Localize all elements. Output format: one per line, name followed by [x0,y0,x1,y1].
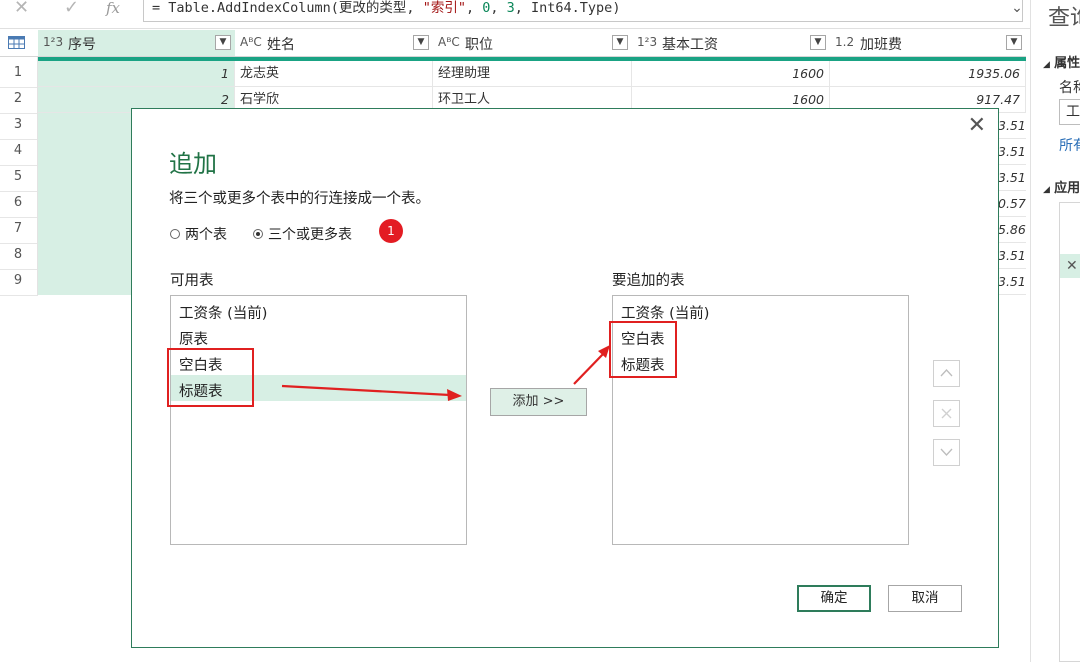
arrow-head [447,389,462,401]
column-name: 序号 [68,37,96,53]
properties-section[interactable]: ◢ 属性 [1043,52,1080,71]
annotation-arrow [281,384,451,397]
table-icon [8,36,25,49]
column-header-overtime[interactable]: 1.2 加班费 ▼ [830,30,1026,57]
row-number[interactable]: 6 [0,195,36,210]
name-label: 名称 [1059,80,1080,96]
table-cell[interactable]: 3.51 [998,139,1026,165]
caret-down-icon: ◢ [1043,60,1050,70]
row-divider [0,295,38,296]
row-number[interactable]: 5 [0,169,36,184]
type-icon: 1²3 [637,35,658,49]
section-label: 应用 [1054,181,1080,196]
row-divider [0,139,38,140]
row-number[interactable]: 3 [0,117,36,132]
row-divider [0,191,38,192]
row-number[interactable]: 8 [0,247,36,262]
column-header-base-salary[interactable]: 1²3 基本工资 ▼ [632,30,830,57]
column-header-position[interactable]: AᴮC 职位 ▼ [433,30,632,57]
column-header-index[interactable]: 1²3 序号 ▼ [38,30,235,57]
applied-steps-section[interactable]: ◢ 应用 [1043,177,1080,196]
type-icon: AᴮC [240,35,262,49]
table-cell[interactable]: 3.51 [998,165,1026,191]
query-name-input[interactable]: 工 [1059,99,1080,125]
row-divider [0,269,38,270]
annotation-arrows [281,345,610,401]
column-name: 职位 [465,37,493,53]
fx-icon[interactable]: fx [106,0,120,16]
row-number[interactable]: 9 [0,273,36,288]
close-x-icon[interactable]: ✕ [14,0,29,17]
chevron-down-icon[interactable]: ▼ [413,35,429,50]
table-cell[interactable]: 3.51 [998,113,1026,139]
table-cell[interactable]: 经理助理 [433,61,632,87]
chevron-down-icon[interactable]: ▼ [1006,35,1022,50]
row-divider [0,243,38,244]
formula-bar: ✕ ✓ fx = Table.AddIndexColumn(更改的类型, "索引… [0,0,1030,29]
formula-string: "索引" [422,0,466,16]
formula-suffix: , Int64.Type) [514,0,621,16]
row-divider [0,87,38,88]
chevron-down-icon[interactable]: ▼ [215,35,231,50]
section-label: 属性 [1054,56,1080,71]
caret-down-icon: ◢ [1043,185,1050,195]
column-name: 基本工资 [662,37,718,53]
table-cell[interactable]: 0.57 [998,191,1026,217]
chevron-down-icon[interactable]: ▼ [810,35,826,50]
table-cell[interactable]: 龙志英 [235,61,433,87]
table-menu-button[interactable] [0,30,38,57]
row-divider [0,113,38,114]
table-cell[interactable]: 1 [38,61,235,87]
table-cell[interactable]: 3.51 [998,269,1026,295]
row-divider [0,217,38,218]
chevron-down-icon[interactable]: ⌄ [1004,0,1030,18]
panel-title: 查询 [1048,6,1080,31]
grid-divider [37,57,38,295]
row-number[interactable]: 7 [0,221,36,236]
type-icon: 1.2 [835,35,855,49]
formula-prefix: = Table.AddIndexColumn(更改的类型, [152,0,423,16]
row-number[interactable]: 1 [0,65,36,80]
checkmark-icon[interactable]: ✓ [64,0,79,17]
row-number[interactable]: 2 [0,91,36,106]
annotation-arrow [573,352,605,385]
table-cell[interactable]: 3.51 [998,243,1026,269]
all-properties-link[interactable]: 所有 [1059,135,1080,155]
column-header-name[interactable]: AᴮC 姓名 ▼ [235,30,433,57]
table-cell[interactable]: 1935.06 [830,61,1026,87]
query-settings-panel: 查询 ◢ 属性 名称 工 所有 ◢ 应用 ✕ [1030,0,1080,662]
append-dialog: ✕ 追加 将三个或更多个表中的行连接成一个表。 两个表 三个或更多表 1 可用表… [131,108,999,648]
table-cell[interactable]: 5.86 [998,217,1026,243]
formula-sep: , [490,0,507,16]
table-cell[interactable]: 1600 [632,61,830,87]
type-icon: AᴮC [438,35,460,49]
formula-number: 3 [506,0,515,16]
column-name: 姓名 [267,37,295,53]
chevron-down-icon[interactable]: ▼ [612,35,628,50]
row-divider [0,165,38,166]
formula-sep: , [465,0,483,16]
type-icon: 1²3 [43,35,64,49]
delete-step-icon[interactable]: ✕ [1060,254,1080,278]
formula-input[interactable]: = Table.AddIndexColumn(更改的类型, "索引", 0, 3… [143,0,1023,22]
row-number[interactable]: 4 [0,143,36,158]
column-name: 加班费 [860,37,902,53]
